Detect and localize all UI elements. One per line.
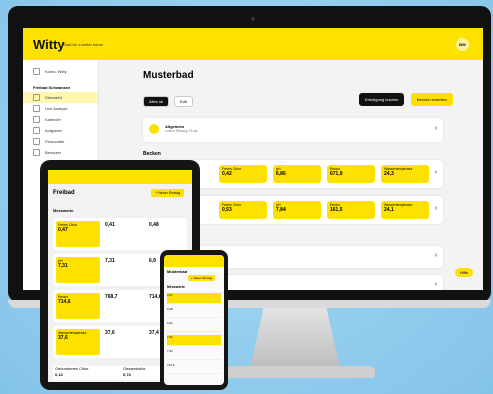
- status-chips: Alles ok Edit: [143, 96, 193, 107]
- chevron-right-icon: ›: [434, 125, 437, 132]
- user-icon: [33, 149, 40, 156]
- phone-list-item[interactable]: 7,31: [167, 335, 221, 346]
- phone-top-bar: [164, 255, 224, 267]
- measurement-value: 37,6: [105, 330, 115, 336]
- phone-device: Musterbad + Neuer Eintrag Messwerte 0,47…: [160, 250, 228, 390]
- logo[interactable]: Witty: [33, 37, 65, 52]
- tablet-section-title: Messwerte: [53, 208, 74, 213]
- phone-new-entry-button[interactable]: + Neuer Eintrag: [188, 275, 216, 281]
- tablet-top-bar: [48, 170, 192, 184]
- basins-heading: Becken: [143, 151, 161, 157]
- pin-icon: [33, 138, 40, 145]
- measurement-main: Freies Chlor 0,47: [56, 221, 100, 247]
- phone-section-title: Messwerte: [167, 285, 185, 289]
- measurement-value: 6,9: [149, 258, 156, 264]
- measurement-value: 768,7: [105, 294, 118, 300]
- metric-redox: Redox 161,5: [327, 201, 375, 219]
- sidebar-item-tasks[interactable]: Aufgaben: [23, 125, 98, 136]
- metric-redox: Redox 671,9: [327, 165, 375, 183]
- measurement-main: pH 7,31: [56, 257, 100, 283]
- phone-screen: Musterbad + Neuer Eintrag Messwerte 0,47…: [164, 255, 224, 385]
- status-chip[interactable]: Alles ok: [143, 96, 170, 107]
- tasks-icon: [33, 127, 40, 134]
- chevron-right-icon: ›: [434, 281, 437, 288]
- measurement-value: 7,31: [105, 258, 115, 264]
- page-title: Musterbad: [143, 70, 194, 81]
- measurement-value: 0,48: [149, 222, 159, 228]
- phone-list-item[interactable]: 7,31: [167, 349, 221, 360]
- sidebar-section-title: Freibad Schwansee: [33, 85, 71, 90]
- avatar[interactable]: BW: [456, 38, 469, 51]
- tablet-title: Freibad: [53, 190, 75, 196]
- sidebar-item-staff[interactable]: Personaler: [23, 136, 98, 147]
- calendar-icon: [33, 116, 40, 123]
- chevron-right-icon: ›: [434, 252, 437, 259]
- book-button[interactable]: Erledigung buchen: [359, 93, 405, 106]
- tagline: Start for a better future: [63, 42, 104, 47]
- measurement-value: 37,4: [149, 330, 159, 336]
- measurement-row[interactable]: Freies Chlor 0,47 0,41 0,48: [53, 218, 187, 250]
- metric-temperature: Wassertemperatur 24,3: [381, 165, 429, 183]
- pool-icon: [149, 124, 159, 134]
- phone-list-item[interactable]: 0,47: [167, 293, 221, 304]
- monitor-foot: [225, 366, 375, 378]
- edit-chip[interactable]: Edit: [174, 96, 193, 107]
- sidebar-item-live[interactable]: Live Analyse: [23, 103, 98, 114]
- basin-metrics: Freies Chlor 0,42 pH 6,86 Redox 671,9 Wasse…: [219, 165, 429, 183]
- measurement-value: 0,41: [105, 222, 115, 228]
- grid-icon: [33, 94, 40, 101]
- measurement-main: Wassertemperatur 37,6: [56, 329, 100, 355]
- metric-temperature: Wassertemperatur 24,1: [381, 201, 429, 219]
- phone-title: Musterbad: [167, 269, 188, 274]
- account-icon: [33, 68, 40, 75]
- phone-list-item[interactable]: 0,41: [167, 321, 221, 332]
- metric-ph: pH 7,84: [273, 201, 321, 219]
- chevron-right-icon: ›: [434, 205, 437, 212]
- help-button[interactable]: Hilfe: [455, 268, 474, 277]
- metric-chlorine: Freies Chlor 0,42: [219, 165, 267, 183]
- chart-icon: [33, 105, 40, 112]
- sidebar-item-overview[interactable]: Übersicht: [23, 92, 98, 103]
- metric-ph: pH 6,86: [273, 165, 321, 183]
- phone-list-item[interactable]: 714,6: [167, 363, 221, 374]
- sidebar-item-users[interactable]: Benutzer: [23, 147, 98, 158]
- sidebar-account[interactable]: Konto: Witty: [23, 66, 98, 77]
- general-card[interactable]: Allgemein Lorem Strassg 15 ab ›: [143, 118, 443, 142]
- camera-dot: [251, 17, 255, 21]
- top-bar: Witty Start for a better future BW: [23, 28, 483, 60]
- phone-list-item[interactable]: 0,48: [167, 307, 221, 318]
- basin-metrics: Freies Chlor 0,53 pH 7,84 Redox 161,5 Wasse…: [219, 201, 429, 219]
- general-subtitle: Lorem Strassg 15 ab: [165, 129, 198, 133]
- chevron-right-icon: ›: [434, 169, 437, 176]
- create-area-button[interactable]: Bereich erstellen: [411, 93, 453, 106]
- sidebar-item-calendar[interactable]: Kalender: [23, 114, 98, 125]
- measurement-main: Redox 714,6: [56, 293, 100, 319]
- metric-chlorine: Freies Chlor 0,53: [219, 201, 267, 219]
- new-entry-button[interactable]: + Neuer Eintrag: [151, 189, 184, 197]
- monitor-stand: [250, 308, 340, 368]
